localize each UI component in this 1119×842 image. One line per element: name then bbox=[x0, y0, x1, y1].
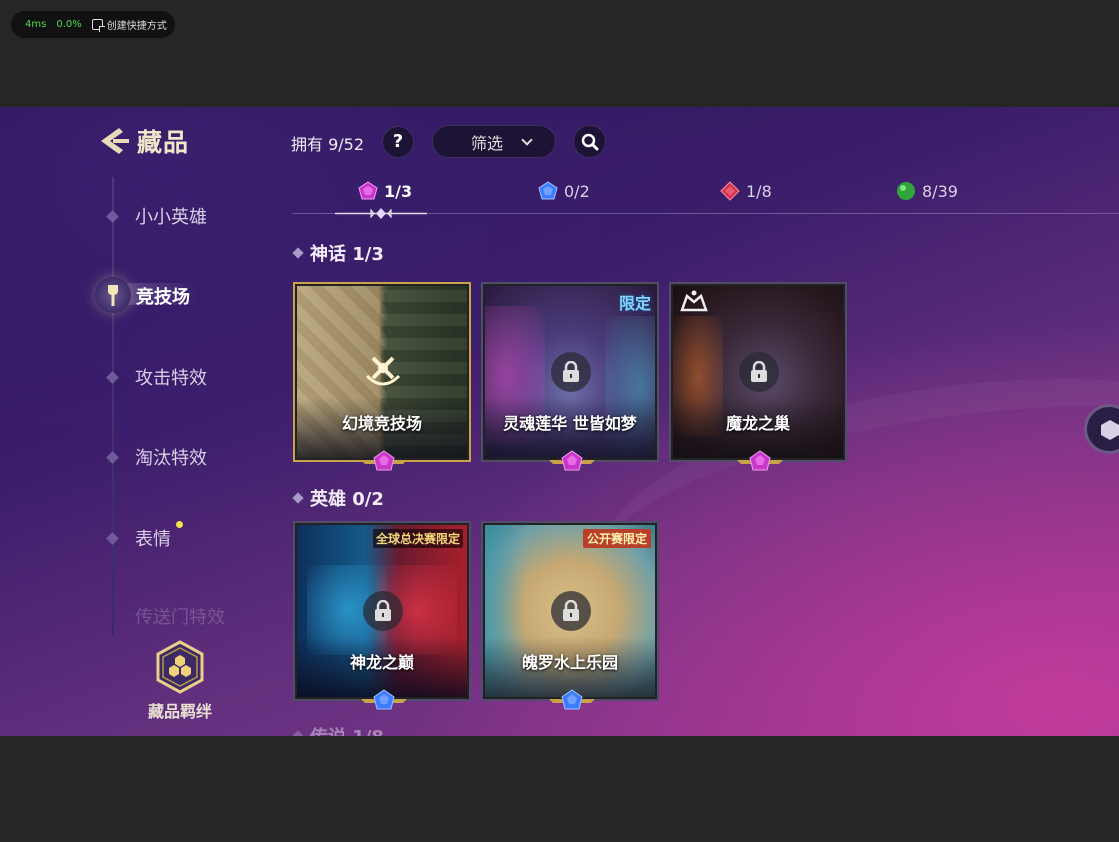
collection-screen: 藏品 小小英雄 竞技场 攻击特效 淘汰特效 表情 传送门特效 藏品羁绊 拥有 9… bbox=[0, 107, 1119, 736]
create-shortcut-button[interactable]: 创建快捷方式 bbox=[91, 17, 167, 32]
nav-item-portal-effects[interactable]: 传送门特效 bbox=[108, 603, 225, 629]
arena-card-fantasy-arena[interactable]: 幻境竞技场 bbox=[293, 282, 471, 471]
page-title: 藏品 bbox=[137, 128, 190, 157]
nav-item-attack-effects[interactable]: 攻击特效 bbox=[106, 364, 207, 390]
hexagon-honeycomb-icon bbox=[156, 640, 204, 694]
nav-label: 攻击特效 bbox=[135, 368, 207, 389]
performance-overlay: 4ms 0.0% 创建快捷方式 bbox=[11, 11, 175, 38]
nav-item-elimination-effects[interactable]: 淘汰特效 bbox=[106, 444, 207, 470]
shortcut-icon bbox=[91, 19, 105, 32]
worlds-limited-tag: 全球总决赛限定 bbox=[372, 529, 463, 548]
section-diamond-icon bbox=[292, 492, 304, 504]
arena-card-dragon-peak[interactable]: 全球总决赛限定 神龙之巅 bbox=[293, 521, 471, 710]
lock-overlay bbox=[551, 591, 591, 631]
tab-count: 1/3 bbox=[384, 181, 413, 201]
arena-card-soul-lotus[interactable]: 限定 灵魂莲华 世皆如梦 bbox=[481, 282, 659, 471]
nav-rail bbox=[112, 177, 114, 637]
tab-mythic[interactable]: 1/3 bbox=[358, 181, 412, 201]
tab-count: 1/8 bbox=[746, 181, 772, 201]
nav-dot-icon bbox=[106, 531, 119, 545]
lock-overlay bbox=[739, 352, 779, 392]
lock-overlay bbox=[551, 352, 591, 392]
section-title: 英雄 0/2 bbox=[310, 489, 384, 510]
latency-text: 4ms bbox=[25, 19, 47, 30]
top-bar: 4ms 0.0% 创建快捷方式 bbox=[0, 0, 1119, 107]
section-header-mythic: 神话 1/3 bbox=[292, 240, 384, 266]
create-shortcut-label: 创建快捷方式 bbox=[106, 21, 167, 32]
arena-emblem-icon bbox=[365, 356, 401, 386]
filter-dropdown[interactable]: 筛选 bbox=[432, 125, 556, 158]
section-header-legendary: 传说 1/8 bbox=[292, 723, 384, 736]
lock-icon bbox=[563, 361, 579, 382]
hexagon-icon bbox=[1101, 420, 1119, 440]
tab-legendary[interactable]: 1/8 bbox=[720, 181, 772, 201]
green-gem-icon bbox=[897, 182, 915, 200]
section-title: 传说 1/8 bbox=[310, 723, 384, 736]
nav-item-little-legends[interactable]: 小小英雄 bbox=[106, 203, 207, 229]
card-name: 魄罗水上乐园 bbox=[521, 653, 618, 672]
section-diamond-icon bbox=[292, 247, 304, 259]
section-header-epic: 英雄 0/2 bbox=[292, 485, 384, 511]
search-icon bbox=[581, 133, 598, 150]
tab-rare[interactable]: 8/39 bbox=[896, 181, 958, 201]
back-button[interactable]: 藏品 bbox=[97, 123, 189, 159]
card-name: 灵魂莲华 世皆如梦 bbox=[503, 414, 637, 433]
card-name: 神龙之巅 bbox=[349, 653, 414, 672]
collection-bond-label: 藏品羁绊 bbox=[147, 702, 212, 721]
owned-count: 拥有 9/52 bbox=[291, 135, 365, 154]
cpu-text: 0.0% bbox=[56, 19, 82, 30]
tab-epic[interactable]: 0/2 bbox=[538, 181, 590, 201]
section-diamond-icon bbox=[292, 730, 304, 736]
shovel-icon bbox=[108, 285, 118, 306]
nav-dot-icon bbox=[106, 450, 119, 464]
search-button[interactable] bbox=[573, 125, 606, 158]
help-icon: ? bbox=[392, 131, 404, 152]
blue-gem-icon bbox=[538, 181, 558, 200]
card-name: 幻境竞技场 bbox=[341, 414, 422, 433]
arena-card-dragon-lair[interactable]: 魔龙之巢 bbox=[669, 282, 847, 471]
nav-label: 竞技场 bbox=[136, 287, 190, 308]
arena-card-poro-waterpark[interactable]: 公开赛限定 魄罗水上乐园 bbox=[481, 521, 659, 710]
blue-gem-icon bbox=[549, 689, 595, 710]
bottom-bar bbox=[0, 736, 1119, 842]
purple-gem-icon bbox=[737, 450, 783, 471]
lock-icon bbox=[563, 600, 579, 621]
back-arrow-icon bbox=[101, 128, 129, 154]
nav-item-emotes[interactable]: 表情 bbox=[106, 525, 171, 551]
nav-dot-icon bbox=[106, 209, 119, 223]
nav-label: 小小英雄 bbox=[135, 207, 207, 228]
new-indicator-dot bbox=[176, 521, 183, 528]
tab-count: 0/2 bbox=[564, 181, 590, 201]
active-tab-indicator bbox=[335, 208, 427, 219]
arena-nav-icon bbox=[95, 277, 131, 313]
help-button[interactable]: ? bbox=[382, 126, 414, 158]
purple-gem-icon bbox=[361, 450, 407, 471]
blue-gem-icon bbox=[361, 689, 407, 710]
purple-gem-icon bbox=[549, 450, 595, 471]
collection-bond-button[interactable]: 藏品羁绊 bbox=[146, 640, 214, 722]
lock-icon bbox=[751, 361, 767, 382]
red-gem-icon bbox=[720, 181, 740, 201]
section-title: 神话 1/3 bbox=[310, 244, 384, 265]
nav-label: 表情 bbox=[135, 529, 171, 550]
purple-gem-icon bbox=[358, 181, 378, 200]
side-panel-toggle[interactable] bbox=[1084, 404, 1119, 454]
filter-label: 筛选 bbox=[470, 133, 503, 153]
nav-item-arena[interactable]: 竞技场 bbox=[136, 283, 190, 309]
chevron-down-icon bbox=[521, 133, 533, 146]
nav-label: 淘汰特效 bbox=[135, 448, 207, 469]
lock-icon bbox=[375, 600, 391, 621]
nav-label: 传送门特效 bbox=[135, 607, 225, 628]
nav-dot-icon bbox=[106, 370, 119, 384]
tab-count: 8/39 bbox=[922, 181, 958, 201]
open-limited-tag: 公开赛限定 bbox=[582, 529, 651, 548]
limited-tag: 限定 bbox=[618, 294, 651, 313]
lock-overlay bbox=[363, 591, 403, 631]
card-name: 魔龙之巢 bbox=[725, 414, 790, 433]
crown-badge-icon bbox=[680, 290, 708, 312]
